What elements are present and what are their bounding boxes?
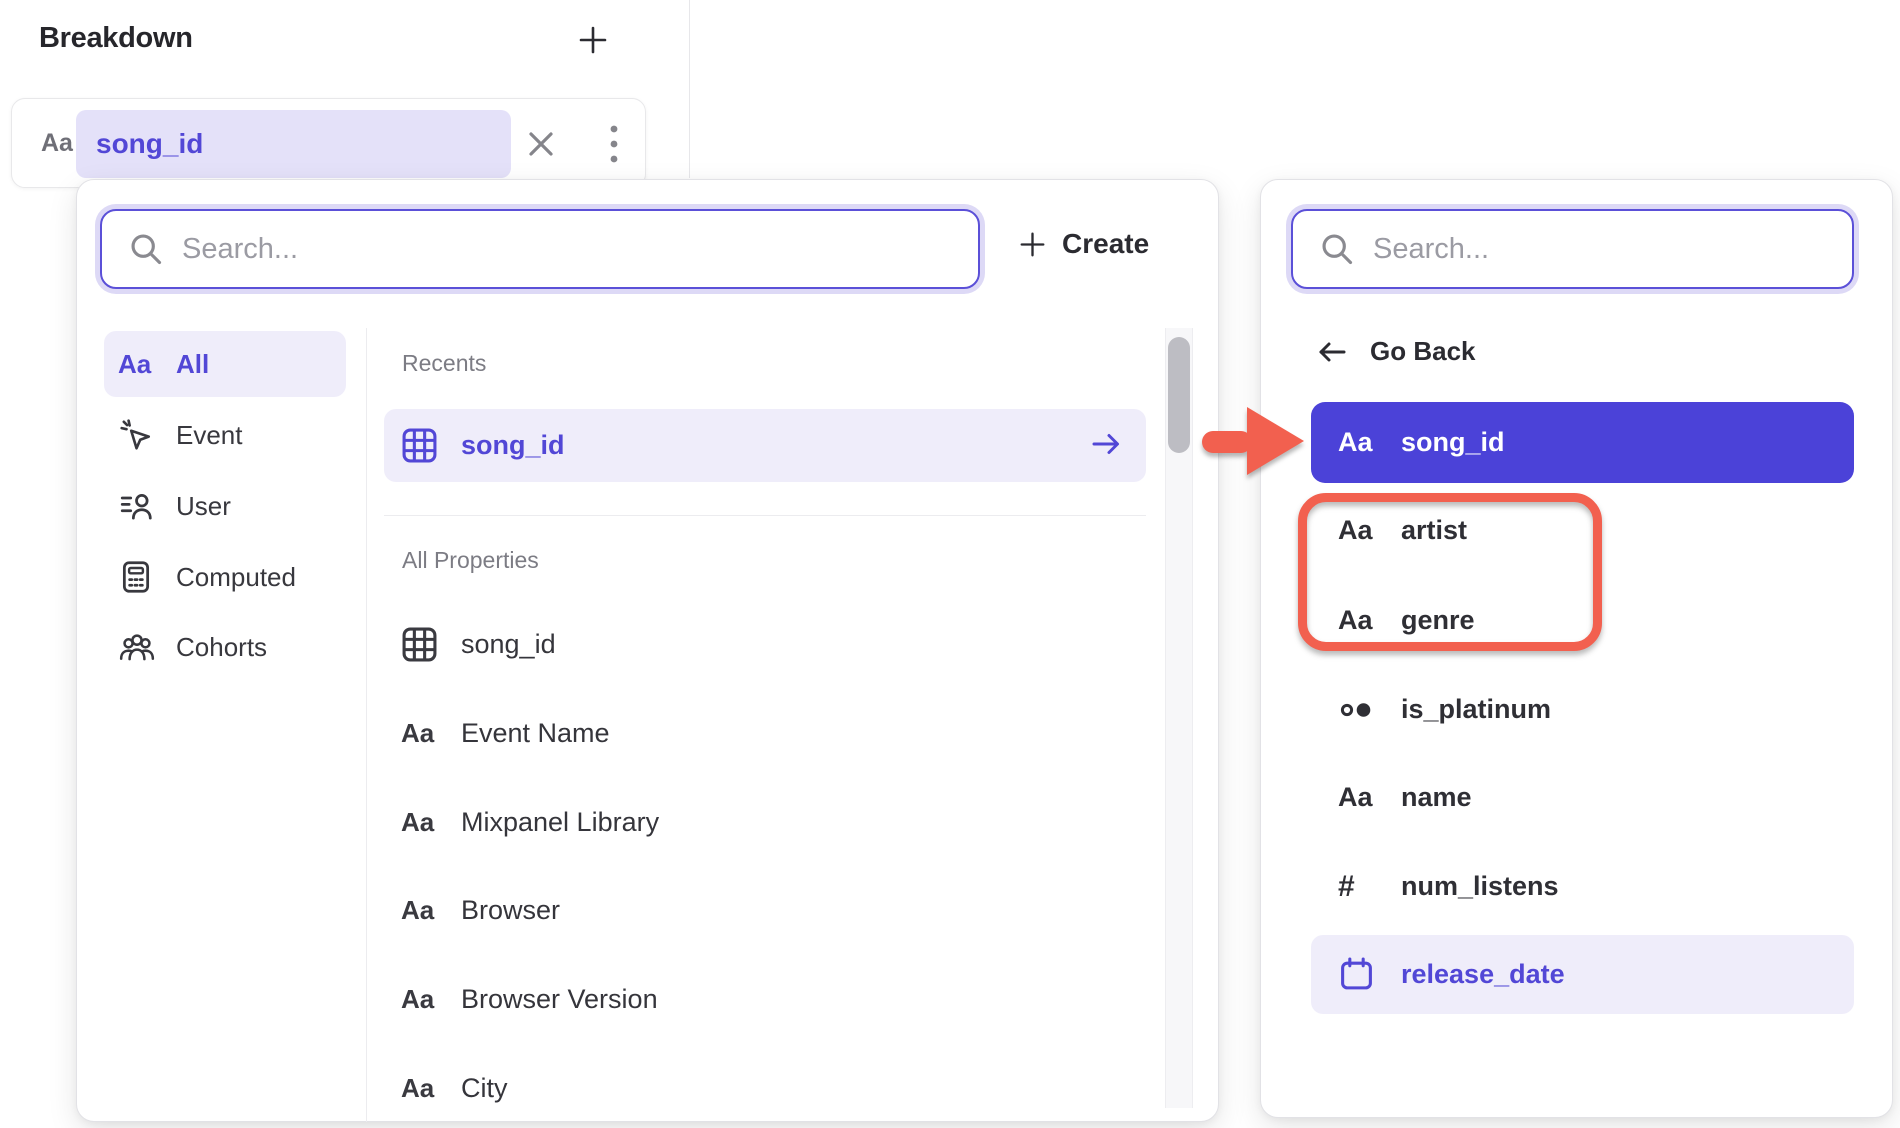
arrow-right-icon[interactable] bbox=[1090, 429, 1122, 464]
red-arrow-annotation bbox=[1196, 398, 1311, 488]
go-back-label: Go Back bbox=[1370, 336, 1476, 367]
panel-edge-divider bbox=[689, 0, 690, 178]
category-computed[interactable]: Computed bbox=[104, 544, 346, 610]
field-label: genre bbox=[1401, 605, 1475, 636]
search-input[interactable] bbox=[182, 233, 795, 266]
field-label: name bbox=[1401, 782, 1472, 813]
field-label: is_platinum bbox=[1401, 694, 1551, 725]
category-label: User bbox=[176, 491, 231, 522]
field-label: release_date bbox=[1401, 959, 1565, 990]
field-label: artist bbox=[1401, 515, 1467, 546]
property-browser-version[interactable]: Aa Browser Version bbox=[384, 963, 1146, 1036]
text-type-icon: Aa bbox=[401, 718, 461, 749]
text-type-icon: Aa bbox=[401, 895, 461, 926]
property-picker-panel: Create Aa All Event bbox=[76, 179, 1219, 1122]
category-label: Computed bbox=[176, 562, 296, 593]
property-city[interactable]: Aa City bbox=[384, 1052, 1146, 1125]
column-divider bbox=[366, 328, 367, 1122]
table-grid-icon bbox=[401, 626, 461, 663]
recents-section-label: Recents bbox=[402, 350, 486, 377]
kebab-icon bbox=[609, 123, 619, 165]
property-label: City bbox=[461, 1073, 508, 1104]
text-type-icon: Aa bbox=[401, 984, 461, 1015]
field-release-date[interactable]: release_date bbox=[1311, 935, 1854, 1014]
remove-breakdown-button[interactable] bbox=[522, 125, 560, 163]
field-label: song_id bbox=[1401, 427, 1505, 458]
all-properties-section-label: All Properties bbox=[402, 547, 539, 574]
field-num-listens[interactable]: # num_listens bbox=[1311, 850, 1854, 923]
search-icon bbox=[1319, 231, 1355, 267]
search-box[interactable] bbox=[1291, 209, 1854, 289]
field-genre[interactable]: Aa genre bbox=[1311, 584, 1854, 657]
property-value-panel: Go Back Aa song_id Aa artist Aa genre is… bbox=[1260, 179, 1893, 1118]
category-cohorts[interactable]: Cohorts bbox=[104, 614, 346, 680]
search-input[interactable] bbox=[1373, 233, 1764, 266]
category-user[interactable]: User bbox=[104, 473, 346, 539]
calculator-icon bbox=[118, 559, 170, 595]
property-label: Mixpanel Library bbox=[461, 807, 659, 838]
arrow-left-icon bbox=[1316, 339, 1348, 365]
field-song-id[interactable]: Aa song_id bbox=[1311, 402, 1854, 483]
category-label: Cohorts bbox=[176, 632, 267, 663]
field-artist[interactable]: Aa artist bbox=[1311, 494, 1854, 567]
text-type-icon: Aa bbox=[401, 1073, 461, 1104]
search-box[interactable] bbox=[100, 209, 980, 289]
people-icon bbox=[118, 629, 170, 665]
field-is-platinum[interactable]: is_platinum bbox=[1311, 673, 1854, 746]
scrollbar-thumb[interactable] bbox=[1168, 337, 1190, 453]
text-type-icon: Aa bbox=[1338, 605, 1401, 636]
section-divider bbox=[384, 515, 1146, 516]
property-label: song_id bbox=[461, 430, 565, 461]
plus-icon bbox=[1019, 231, 1046, 258]
category-event[interactable]: Event bbox=[104, 402, 346, 468]
property-label: Browser Version bbox=[461, 984, 658, 1015]
category-label: Event bbox=[176, 420, 243, 451]
property-event-name[interactable]: Aa Event Name bbox=[384, 697, 1146, 770]
breakdown-chip-value[interactable]: song_id bbox=[76, 110, 511, 178]
property-browser[interactable]: Aa Browser bbox=[384, 874, 1146, 947]
text-type-icon: Aa bbox=[1338, 427, 1401, 458]
property-label: song_id bbox=[461, 629, 556, 660]
text-type-icon: Aa bbox=[1338, 782, 1401, 813]
breakdown-chip[interactable]: Aa song_id bbox=[11, 98, 646, 188]
search-icon bbox=[128, 231, 164, 267]
field-name[interactable]: Aa name bbox=[1311, 761, 1854, 834]
text-type-icon: Aa bbox=[401, 807, 461, 838]
create-label: Create bbox=[1062, 228, 1149, 260]
text-type-icon: Aa bbox=[118, 349, 170, 380]
breakdown-title: Breakdown bbox=[39, 22, 193, 55]
x-icon bbox=[526, 129, 556, 159]
text-type-icon: Aa bbox=[1338, 515, 1401, 546]
boolean-icon bbox=[1338, 693, 1401, 727]
property-label: Browser bbox=[461, 895, 560, 926]
create-property-button[interactable]: Create bbox=[1019, 228, 1149, 260]
breakdown-options-button[interactable] bbox=[592, 121, 636, 167]
recent-property-song-id[interactable]: song_id bbox=[384, 409, 1146, 482]
add-breakdown-button[interactable] bbox=[575, 22, 611, 58]
field-label: num_listens bbox=[1401, 871, 1559, 902]
property-type-label: Aa bbox=[41, 129, 73, 158]
table-grid-icon bbox=[401, 427, 461, 464]
event-cursor-icon bbox=[118, 417, 170, 453]
screen: Breakdown Aa song_id bbox=[0, 0, 1900, 1128]
property-label: Event Name bbox=[461, 718, 610, 749]
chip-label: song_id bbox=[96, 128, 203, 160]
property-mixpanel-library[interactable]: Aa Mixpanel Library bbox=[384, 786, 1146, 859]
category-label: All bbox=[176, 349, 209, 380]
category-all[interactable]: Aa All bbox=[104, 331, 346, 397]
user-list-icon bbox=[118, 488, 170, 524]
number-icon: # bbox=[1338, 870, 1401, 904]
plus-icon bbox=[578, 25, 608, 55]
calendar-icon bbox=[1338, 956, 1401, 993]
go-back-button[interactable]: Go Back bbox=[1316, 336, 1476, 367]
property-song-id[interactable]: song_id bbox=[384, 608, 1146, 681]
